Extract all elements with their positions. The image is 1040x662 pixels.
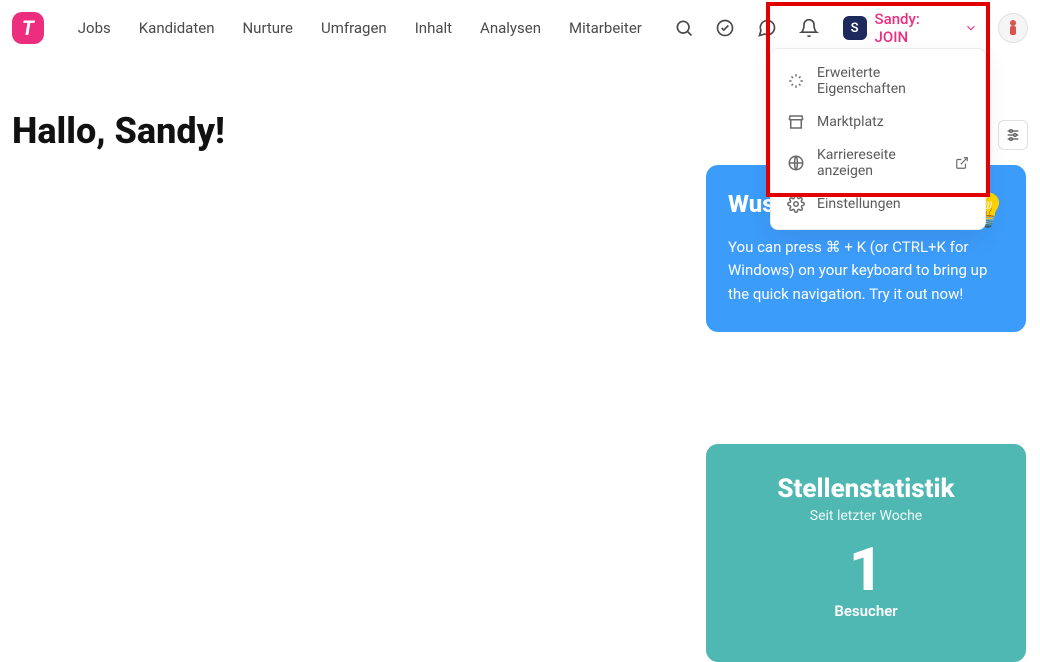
avatar-figure-icon — [1005, 18, 1021, 38]
stats-card-title: Stellenstatistik — [728, 474, 1004, 504]
chat-icon[interactable] — [749, 10, 785, 46]
user-menu-trigger[interactable]: S Sandy: JOIN — [833, 6, 988, 50]
stats-card-value: 1 — [728, 540, 1004, 600]
dropdown-career-page[interactable]: Karriereseite anzeigen — [771, 139, 985, 187]
dropdown-item-label: Erweiterte Eigenschaften — [817, 65, 969, 97]
bell-icon[interactable] — [791, 10, 827, 46]
dropdown-item-label: Einstellungen — [817, 196, 901, 212]
check-circle-icon[interactable] — [708, 10, 744, 46]
sliders-icon — [1005, 127, 1021, 143]
search-icon[interactable] — [666, 10, 702, 46]
nav-kandidaten[interactable]: Kandidaten — [127, 13, 227, 43]
avatar[interactable] — [998, 13, 1028, 43]
main-nav: Jobs Kandidaten Nurture Umfragen Inhalt … — [66, 13, 654, 43]
external-link-icon — [955, 156, 969, 170]
nav-nurture[interactable]: Nurture — [230, 13, 305, 43]
app-logo[interactable]: T — [12, 12, 44, 44]
dropdown-marketplace[interactable]: Marktplatz — [771, 105, 985, 139]
stats-card-subtitle: Seit letzter Woche — [728, 508, 1004, 524]
gear-icon — [787, 195, 805, 213]
user-badge: S — [843, 16, 867, 40]
globe-icon — [787, 154, 805, 172]
store-icon — [787, 113, 805, 131]
dropdown-advanced-properties[interactable]: Erweiterte Eigenschaften — [771, 57, 985, 105]
filter-button[interactable] — [998, 120, 1028, 150]
page-title: Hallo, Sandy! — [12, 110, 225, 152]
sparkle-icon — [787, 72, 805, 90]
nav-analysen[interactable]: Analysen — [468, 13, 553, 43]
user-label: Sandy: JOIN — [875, 10, 957, 46]
dropdown-item-label: Karriereseite anzeigen — [817, 147, 943, 179]
stats-card: Stellenstatistik Seit letzter Woche 1 Be… — [706, 444, 1026, 662]
chevron-down-icon — [964, 21, 978, 35]
nav-jobs[interactable]: Jobs — [66, 13, 123, 43]
tip-card-body: You can press ⌘ + K (or CTRL+K for Windo… — [728, 236, 1004, 306]
dropdown-settings[interactable]: Einstellungen — [771, 187, 985, 221]
nav-mitarbeiter[interactable]: Mitarbeiter — [557, 13, 654, 43]
nav-umfragen[interactable]: Umfragen — [309, 13, 399, 43]
stats-card-metric: Besucher — [728, 602, 1004, 620]
user-dropdown: Erweiterte Eigenschaften Marktplatz Karr… — [770, 48, 986, 230]
dropdown-item-label: Marktplatz — [817, 114, 884, 130]
nav-inhalt[interactable]: Inhalt — [403, 13, 464, 43]
